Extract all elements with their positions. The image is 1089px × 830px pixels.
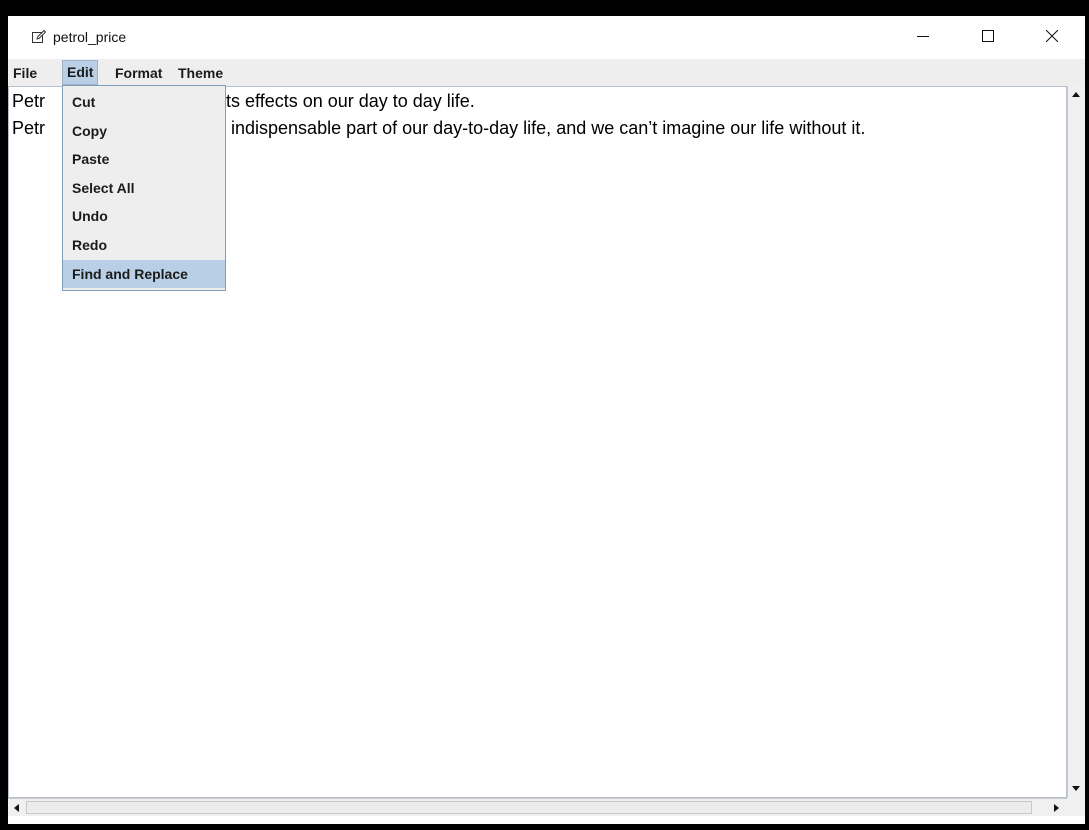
scroll-up-icon[interactable] (1068, 87, 1084, 103)
menu-item-select-all[interactable]: Select All (63, 174, 225, 202)
scroll-left-icon[interactable] (9, 800, 25, 816)
text-line-1-end: ts effects on our day to day life. (226, 91, 475, 111)
maximize-button[interactable] (966, 16, 1012, 56)
menu-theme[interactable]: Theme (174, 61, 227, 85)
menu-item-paste[interactable]: Paste (63, 145, 225, 173)
scrollbar-corner (1067, 798, 1085, 816)
text-line-2-end: indispensable part of our day-to-day lif… (226, 118, 866, 138)
window-title: petrol_price (53, 29, 127, 45)
edit-icon (32, 29, 47, 43)
menu-bar: File Edit Format Theme (8, 59, 1085, 86)
scroll-down-icon[interactable] (1068, 780, 1084, 796)
horizontal-scrollbar[interactable] (8, 798, 1067, 816)
minimize-button[interactable] (901, 16, 947, 56)
text-line-1-start: Petr (12, 91, 46, 111)
title-bar[interactable]: petrol_price (8, 16, 1085, 59)
editor-window: petrol_price File Edit Format Theme Petr… (8, 16, 1085, 824)
scroll-right-icon[interactable] (1048, 800, 1064, 816)
menu-item-copy[interactable]: Copy (63, 117, 225, 145)
menu-item-undo[interactable]: Undo (63, 202, 225, 230)
window-bottom-edge (8, 816, 1085, 824)
close-icon (1046, 30, 1058, 42)
menu-format[interactable]: Format (111, 61, 166, 85)
menu-item-redo[interactable]: Redo (63, 231, 225, 259)
menu-item-find-and-replace[interactable]: Find and Replace (63, 260, 225, 288)
edit-menu-dropdown: Cut Copy Paste Select All Undo Redo Find… (62, 85, 226, 291)
minimize-icon (917, 36, 929, 37)
vertical-scrollbar[interactable] (1067, 86, 1085, 798)
menu-file[interactable]: File (9, 61, 41, 85)
text-line-2-start: Petr (12, 118, 46, 138)
maximize-icon (982, 30, 994, 42)
close-button[interactable] (1030, 16, 1076, 56)
menu-item-cut[interactable]: Cut (63, 88, 225, 116)
menu-edit[interactable]: Edit (62, 60, 99, 85)
horizontal-scroll-track[interactable] (26, 801, 1032, 814)
